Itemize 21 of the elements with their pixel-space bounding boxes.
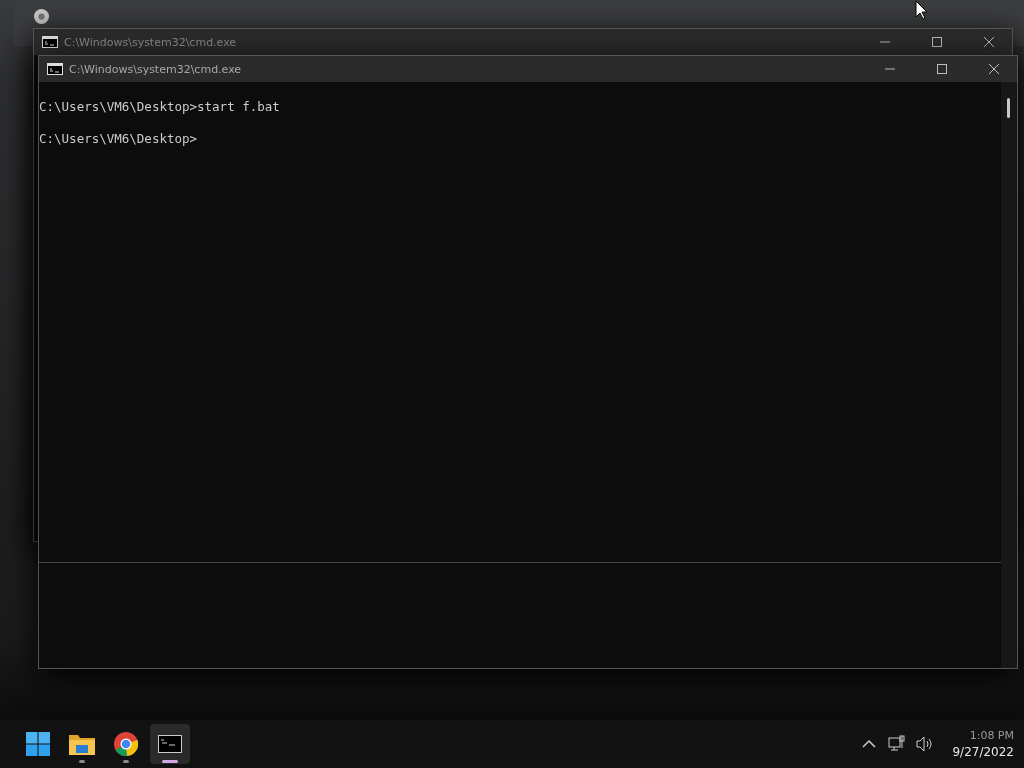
close-icon [984, 37, 994, 47]
console-line: C:\Users\VM6\Desktop>start f.bat [39, 99, 281, 115]
network-icon[interactable] [888, 735, 907, 753]
maximize-icon [932, 37, 942, 47]
terminal-icon [158, 735, 182, 753]
close-icon [989, 64, 999, 74]
scroll-thumb[interactable] [1007, 98, 1010, 118]
taskbar-app[interactable] [150, 724, 190, 764]
console-icon [42, 36, 58, 48]
maximize-icon [937, 64, 947, 74]
windows-logo-icon [26, 732, 50, 756]
window-title: C:\Windows\system32\cmd.exe [64, 35, 238, 49]
mouse-pointer-icon [915, 0, 929, 20]
window-title: C:\Windows\system32\cmd.exe [69, 62, 243, 76]
console-line: C:\Users\VM6\Desktop> [39, 131, 199, 147]
clock-date: 9/27/2022 [952, 745, 1014, 759]
volume-icon[interactable] [916, 735, 935, 753]
folder-icon [69, 733, 95, 755]
scrollbar[interactable] [1001, 82, 1017, 668]
console-icon [47, 63, 63, 75]
clock-time: 1:08 PM [969, 729, 1014, 742]
